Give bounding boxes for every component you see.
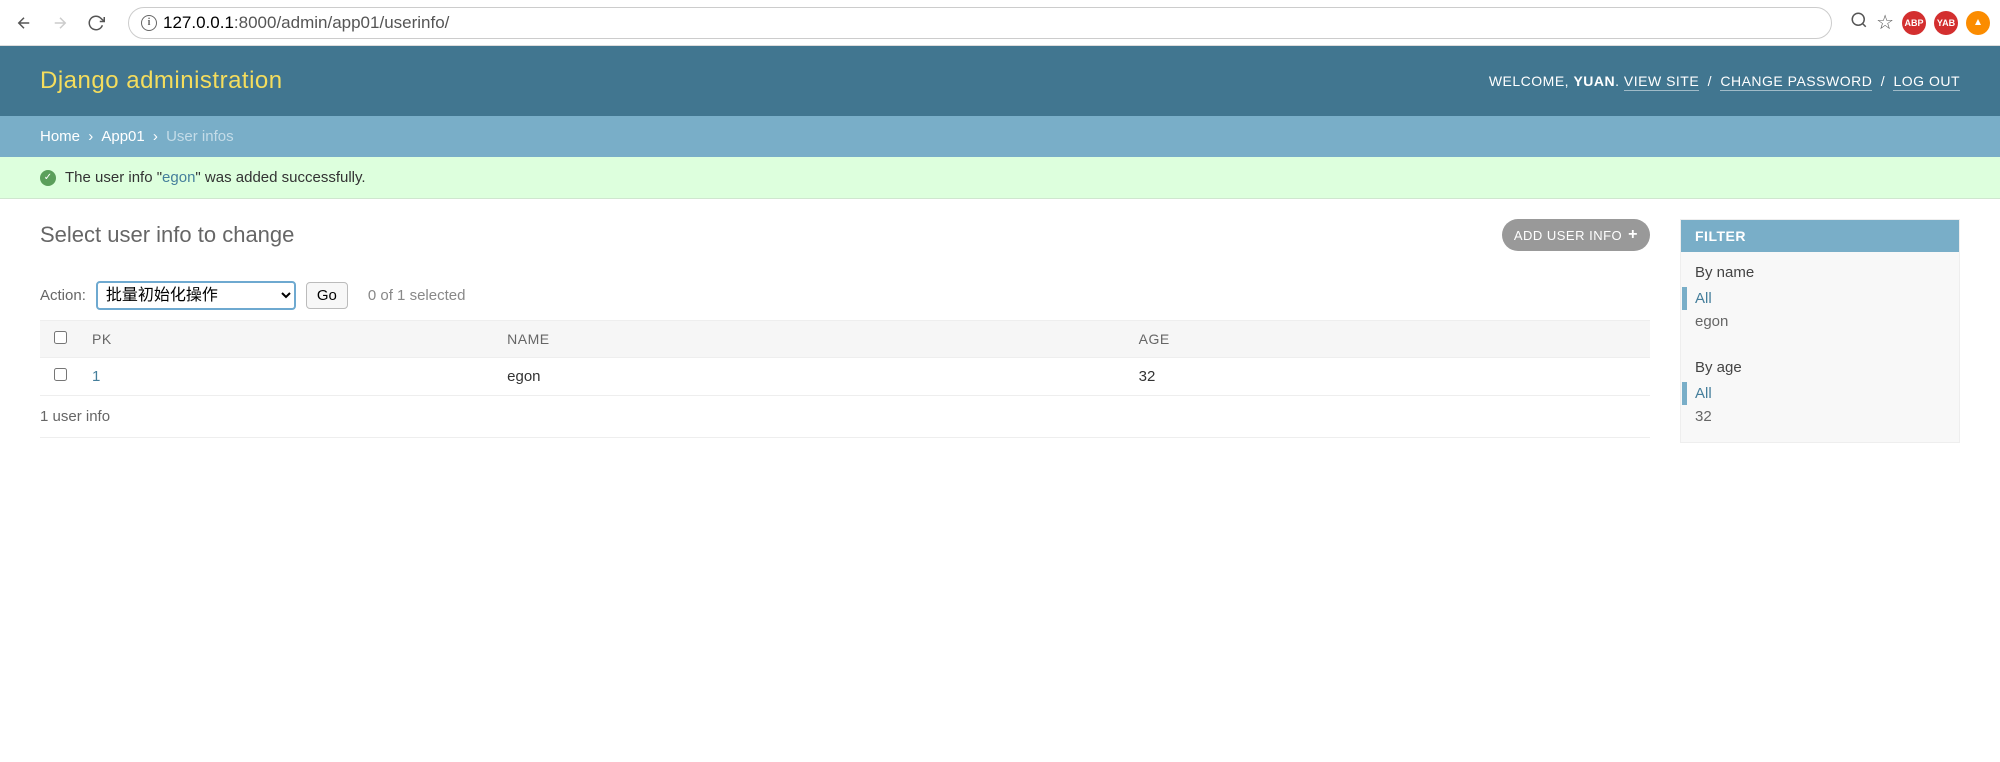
- message-list: ✓ The user info "egon" was added success…: [0, 157, 2000, 199]
- forward-button[interactable]: [46, 9, 74, 37]
- row-pk-link[interactable]: 1: [92, 368, 100, 385]
- filter-option[interactable]: All: [1682, 382, 1945, 405]
- filter-option[interactable]: 32: [1695, 405, 1945, 428]
- filter-heading: By name: [1681, 252, 1959, 287]
- url-text: 127.0.0.1:8000/admin/app01/userinfo/: [163, 13, 449, 33]
- column-header-age[interactable]: AGE: [1127, 321, 1650, 358]
- go-button[interactable]: Go: [306, 282, 348, 309]
- column-header-pk[interactable]: PK: [80, 321, 495, 358]
- action-select[interactable]: 批量初始化操作: [96, 281, 296, 310]
- row-age: 32: [1127, 358, 1650, 396]
- filter-section: By nameAllegon: [1681, 252, 1959, 347]
- filter-heading: By age: [1681, 347, 1959, 382]
- success-message: ✓ The user info "egon" was added success…: [0, 157, 2000, 198]
- success-check-icon: ✓: [40, 170, 56, 186]
- site-info-icon[interactable]: i: [141, 15, 157, 31]
- bookmark-star-icon[interactable]: ☆: [1876, 10, 1894, 35]
- column-header-name[interactable]: NAME: [495, 321, 1126, 358]
- extension-abp-icon[interactable]: ABP: [1902, 11, 1926, 35]
- row-name: egon: [495, 358, 1126, 396]
- admin-header: Django administration WELCOME, YUAN. VIE…: [0, 46, 2000, 116]
- breadcrumb: Home › App01 › User infos: [0, 116, 2000, 157]
- add-button-label: ADD USER INFO: [1514, 228, 1622, 243]
- message-object-link[interactable]: egon: [162, 169, 195, 186]
- actions-bar: Action: 批量初始化操作 Go 0 of 1 selected: [40, 271, 1650, 320]
- extension-yab-icon[interactable]: YAB: [1934, 11, 1958, 35]
- action-counter: 0 of 1 selected: [368, 287, 466, 304]
- add-user-info-button[interactable]: ADD USER INFO +: [1502, 219, 1650, 251]
- action-label: Action:: [40, 287, 86, 304]
- extension-icon[interactable]: [1966, 11, 1990, 35]
- zoom-icon[interactable]: [1850, 11, 1868, 34]
- browser-toolbar: i 127.0.0.1:8000/admin/app01/userinfo/ ☆…: [0, 0, 2000, 46]
- change-password-link[interactable]: CHANGE PASSWORD: [1720, 73, 1872, 91]
- table-row: 1 egon32: [40, 358, 1650, 396]
- select-all-header: [40, 321, 80, 358]
- username: YUAN: [1573, 73, 1615, 89]
- url-bar[interactable]: i 127.0.0.1:8000/admin/app01/userinfo/: [128, 7, 1832, 39]
- view-site-link[interactable]: VIEW SITE: [1624, 73, 1699, 91]
- branding-title: Django administration: [40, 67, 283, 95]
- back-button[interactable]: [10, 9, 38, 37]
- logout-link[interactable]: LOG OUT: [1893, 73, 1960, 91]
- breadcrumb-current: User infos: [166, 128, 234, 145]
- filter-section: By ageAll32: [1681, 347, 1959, 442]
- plus-icon: +: [1628, 226, 1638, 244]
- filter-title: FILTER: [1681, 220, 1959, 252]
- filter-panel: FILTER By nameAllegonBy ageAll32: [1680, 219, 1960, 443]
- message-suffix: " was added successfully.: [195, 169, 365, 186]
- select-all-checkbox[interactable]: [54, 331, 67, 344]
- welcome-text: WELCOME,: [1489, 73, 1569, 89]
- breadcrumb-app[interactable]: App01: [101, 128, 144, 145]
- reload-button[interactable]: [82, 9, 110, 37]
- filter-option[interactable]: All: [1682, 287, 1945, 310]
- filter-option[interactable]: egon: [1695, 310, 1945, 333]
- row-checkbox[interactable]: [54, 368, 67, 381]
- page-title: Select user info to change: [40, 222, 294, 248]
- user-tools: WELCOME, YUAN. VIEW SITE / CHANGE PASSWO…: [1489, 73, 1960, 89]
- message-prefix: The user info ": [65, 169, 162, 186]
- breadcrumb-home[interactable]: Home: [40, 128, 80, 145]
- results-table: PK NAME AGE 1 egon32: [40, 320, 1650, 396]
- paginator: 1 user info: [40, 396, 1650, 438]
